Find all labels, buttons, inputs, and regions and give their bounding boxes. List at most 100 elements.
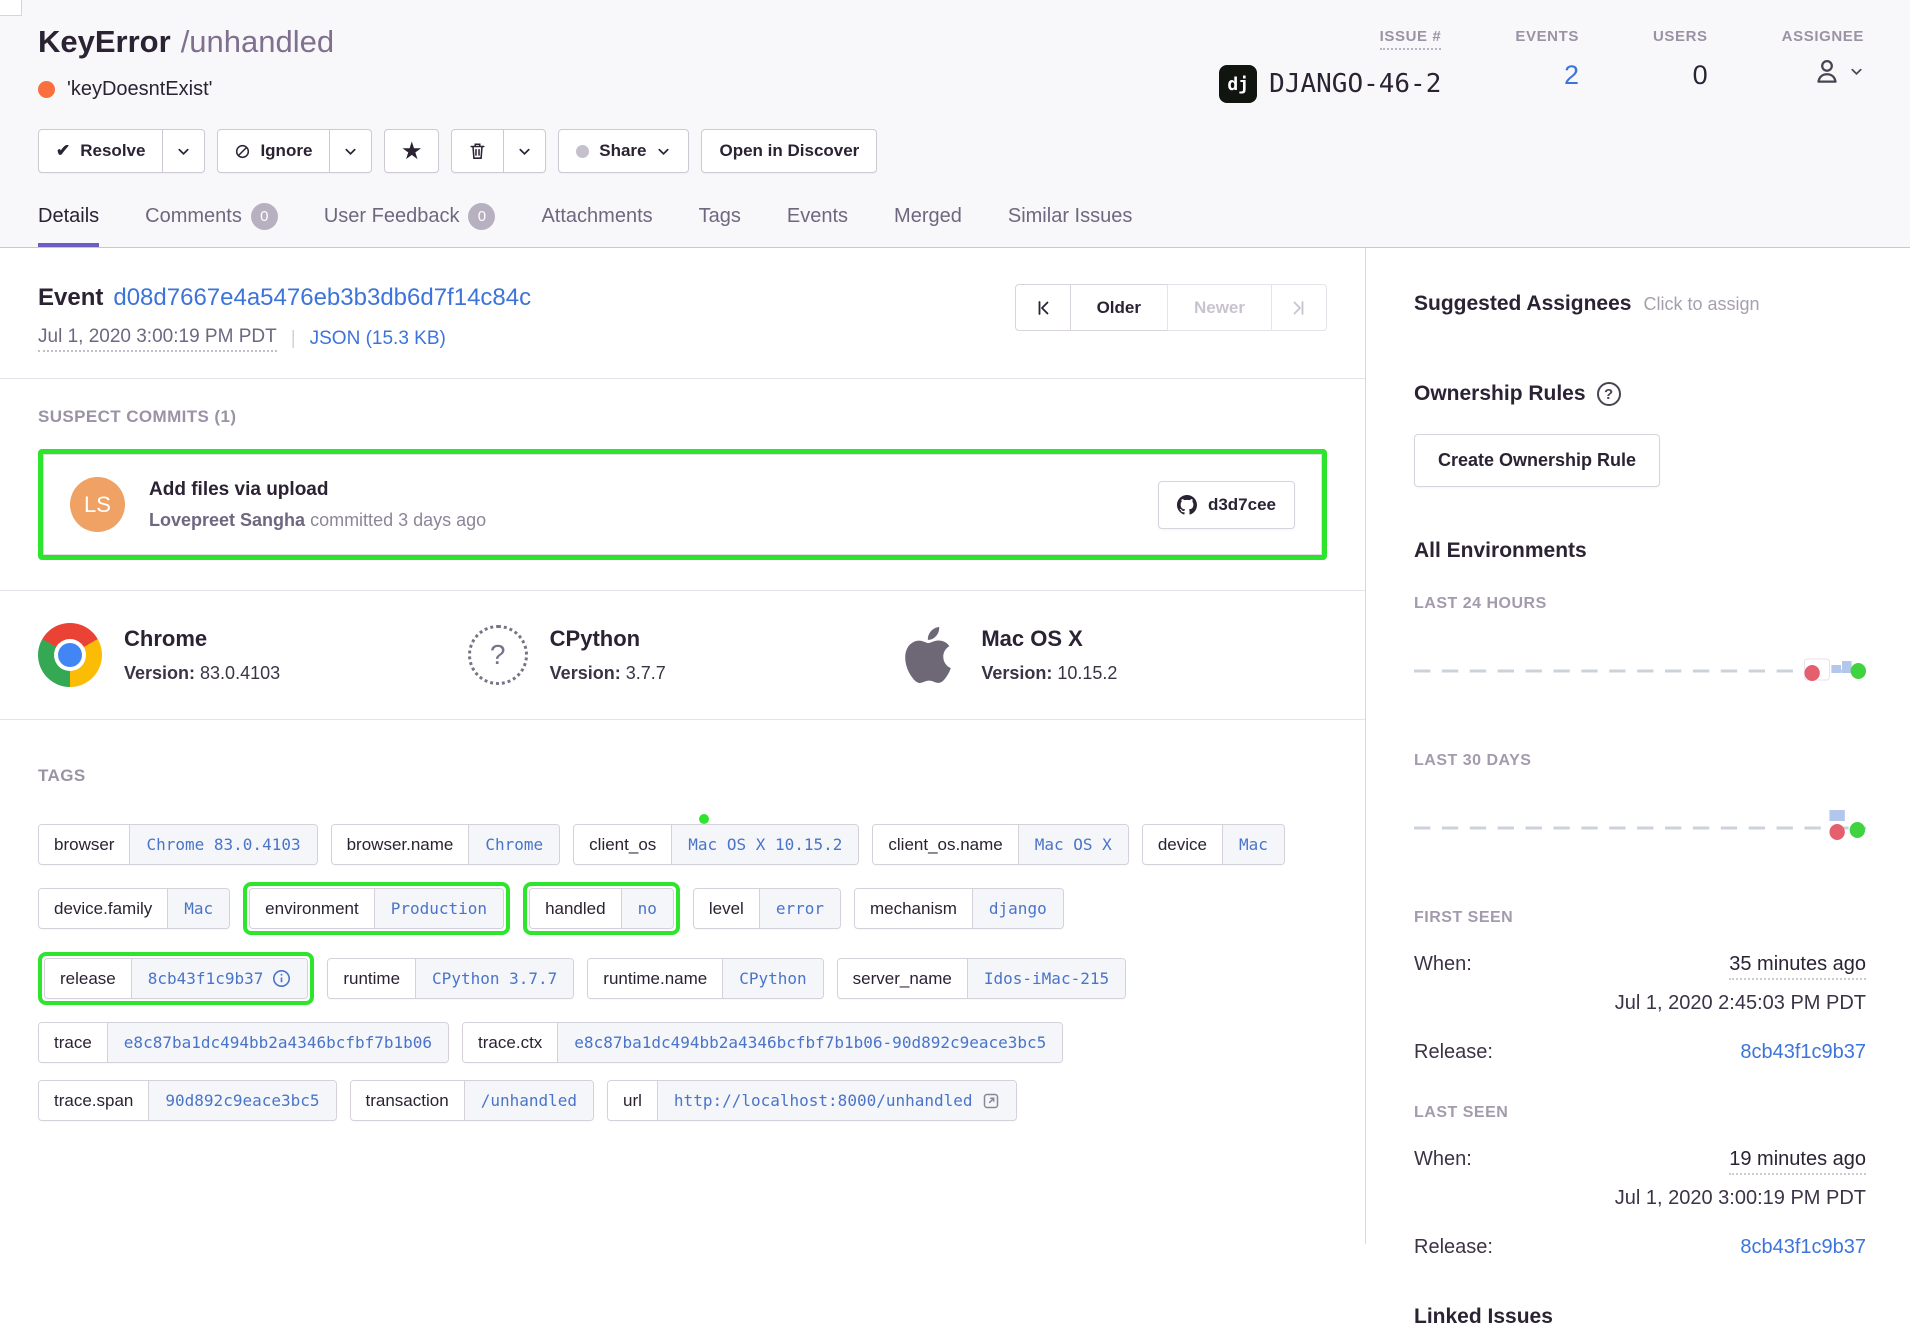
last-24-hours-label: LAST 24 HOURS	[1414, 595, 1866, 613]
tag-runtime.name: runtime.nameCPython	[587, 958, 823, 999]
resolve-button[interactable]: ✔ Resolve	[38, 129, 163, 173]
highlight-box-commit: LS Add files via upload Lovepreet Sangha…	[38, 449, 1327, 560]
newer-event-button[interactable]: Newer	[1167, 284, 1272, 331]
tag-value-link[interactable]: no	[621, 889, 673, 928]
ignore-dropdown-button[interactable]	[330, 129, 372, 173]
tag-value-link[interactable]: Mac	[1222, 825, 1284, 864]
last-seen-block: LAST SEEN When: 19 minutes ago Jul 1, 20…	[1414, 1104, 1866, 1259]
tab-user-feedback[interactable]: User Feedback0	[324, 203, 496, 247]
tab-tags[interactable]: Tags	[699, 203, 741, 247]
tab-label: Comments	[145, 205, 242, 228]
tag-key: trace.span	[39, 1081, 148, 1120]
tag-value-text: Mac OS X	[1035, 835, 1112, 854]
events-count[interactable]: 2	[1564, 60, 1579, 91]
external-link-icon	[982, 1092, 1000, 1110]
tab-label: Attachments	[541, 205, 652, 228]
stat-events: EVENTS 2	[1515, 28, 1579, 103]
tag-pill: levelerror	[693, 888, 841, 929]
tab-similar-issues[interactable]: Similar Issues	[1008, 203, 1132, 247]
resolve-dropdown-button[interactable]	[163, 129, 205, 173]
tag-value-text: Mac	[184, 899, 213, 918]
commit-sha-button[interactable]: d3d7cee	[1158, 481, 1295, 529]
tag-runtime: runtimeCPython 3.7.7	[327, 958, 574, 999]
tag-value-link[interactable]: Chrome 83.0.4103	[129, 825, 316, 864]
tag-value-link[interactable]: django	[972, 889, 1063, 928]
tag-pill: trace.ctxe8c87ba1dc494bb2a4346bcfbf7b1b0…	[462, 1022, 1063, 1063]
tab-comments[interactable]: Comments 0	[145, 203, 278, 247]
chevron-down-icon	[656, 144, 671, 159]
tag-value-link[interactable]: /unhandled	[464, 1081, 593, 1120]
tab-attachments[interactable]: Attachments	[541, 203, 652, 247]
tag-value-link[interactable]: error	[759, 889, 840, 928]
commit-card: LS Add files via upload Lovepreet Sangha…	[43, 454, 1322, 555]
users-count[interactable]: 0	[1693, 60, 1708, 91]
chrome-icon	[38, 623, 102, 687]
first-seen-heading: FIRST SEEN	[1414, 909, 1866, 927]
delete-button[interactable]	[451, 129, 504, 173]
oldest-event-button[interactable]	[1015, 284, 1071, 331]
suggested-assignees-title: Suggested Assignees	[1414, 292, 1631, 316]
older-event-button[interactable]: Older	[1070, 284, 1168, 331]
bookmark-star-button[interactable]: ★	[384, 129, 439, 173]
sparkline-24h	[1414, 623, 1866, 715]
tag-pill: deviceMac	[1142, 824, 1285, 865]
create-ownership-rule-button[interactable]: Create Ownership Rule	[1414, 434, 1660, 487]
tag-value-link[interactable]: Mac OS X 10.15.2	[671, 825, 858, 864]
older-label: Older	[1097, 298, 1141, 318]
tab-label: Merged	[894, 205, 962, 228]
highlight-box: release8cb43f1c9b37	[38, 952, 314, 1005]
event-id-link[interactable]: d08d7667e4a5476eb3b3db6d7f14c84c	[113, 284, 531, 311]
share-button[interactable]: Share	[558, 129, 689, 173]
tag-value-text: 90d892c9eace3bc5	[165, 1091, 319, 1110]
tag-key: handled	[530, 889, 621, 928]
tag-value-link[interactable]: e8c87ba1dc494bb2a4346bcfbf7b1b06	[107, 1023, 448, 1062]
tab-events[interactable]: Events	[787, 203, 848, 247]
tag-trace: tracee8c87ba1dc494bb2a4346bcfbf7b1b06	[38, 1022, 449, 1063]
main-content: Eventd08d7667e4a5476eb3b3db6d7f14c84c Ju…	[0, 248, 1366, 1244]
chevron-down-icon	[343, 144, 358, 159]
tag-value-text: e8c87ba1dc494bb2a4346bcfbf7b1b06	[124, 1033, 432, 1052]
tag-url: urlhttp://localhost:8000/unhandled	[607, 1080, 1017, 1121]
tag-value-link[interactable]: Mac	[167, 889, 229, 928]
apple-icon	[897, 624, 959, 686]
version-value: 3.7.7	[626, 663, 666, 683]
tag-value-link[interactable]: Chrome	[468, 825, 559, 864]
issue-number-label: ISSUE #	[1380, 28, 1442, 50]
first-seen-release-link[interactable]: 8cb43f1c9b37	[1740, 1041, 1866, 1064]
open-in-discover-button[interactable]: Open in Discover	[701, 129, 877, 173]
chevron-down-icon	[517, 144, 532, 159]
ignore-button[interactable]: Ignore	[217, 129, 330, 173]
tag-value-link[interactable]: CPython	[722, 959, 822, 998]
assignee-dropdown[interactable]	[1811, 55, 1864, 87]
tag-value-link[interactable]: 8cb43f1c9b37	[131, 959, 308, 998]
github-icon	[1177, 495, 1197, 515]
mute-icon	[235, 144, 250, 159]
tag-value-link[interactable]: http://localhost:8000/unhandled	[657, 1081, 1016, 1120]
share-dot-icon	[576, 145, 589, 158]
newest-event-button[interactable]	[1271, 284, 1327, 331]
event-json-link[interactable]: JSON (15.3 KB)	[310, 328, 446, 350]
tag-value-link[interactable]: Mac OS X	[1018, 825, 1128, 864]
tab-badge: 0	[251, 203, 278, 230]
last-seen-release-link[interactable]: 8cb43f1c9b37	[1740, 1236, 1866, 1259]
tag-pill: tracee8c87ba1dc494bb2a4346bcfbf7b1b06	[38, 1022, 449, 1063]
when-label: When:	[1414, 953, 1472, 976]
tag-key: transaction	[351, 1081, 464, 1120]
tag-value-link[interactable]: e8c87ba1dc494bb2a4346bcfbf7b1b06-90d892c…	[557, 1023, 1062, 1062]
tag-value-link[interactable]: Production	[374, 889, 503, 928]
tag-value-link[interactable]: Idos-iMac-215	[967, 959, 1125, 998]
tag-value-text: Mac OS X 10.15.2	[688, 835, 842, 854]
event-timestamp: Jul 1, 2020 3:00:19 PM PDT	[38, 326, 277, 352]
tag-key: browser	[39, 825, 129, 864]
tab-details[interactable]: Details	[38, 203, 99, 247]
tag-value-link[interactable]: 90d892c9eace3bc5	[148, 1081, 335, 1120]
tag-value-text: 8cb43f1c9b37	[148, 969, 264, 988]
tag-key: runtime	[328, 959, 415, 998]
newer-label: Newer	[1194, 298, 1245, 318]
tag-value-link[interactable]: CPython 3.7.7	[415, 959, 573, 998]
delete-dropdown-button[interactable]	[504, 129, 546, 173]
tag-handled: handledno	[523, 882, 680, 935]
help-icon[interactable]: ?	[1597, 382, 1621, 406]
tab-merged[interactable]: Merged	[894, 203, 962, 247]
django-project-icon: dj	[1219, 65, 1257, 103]
